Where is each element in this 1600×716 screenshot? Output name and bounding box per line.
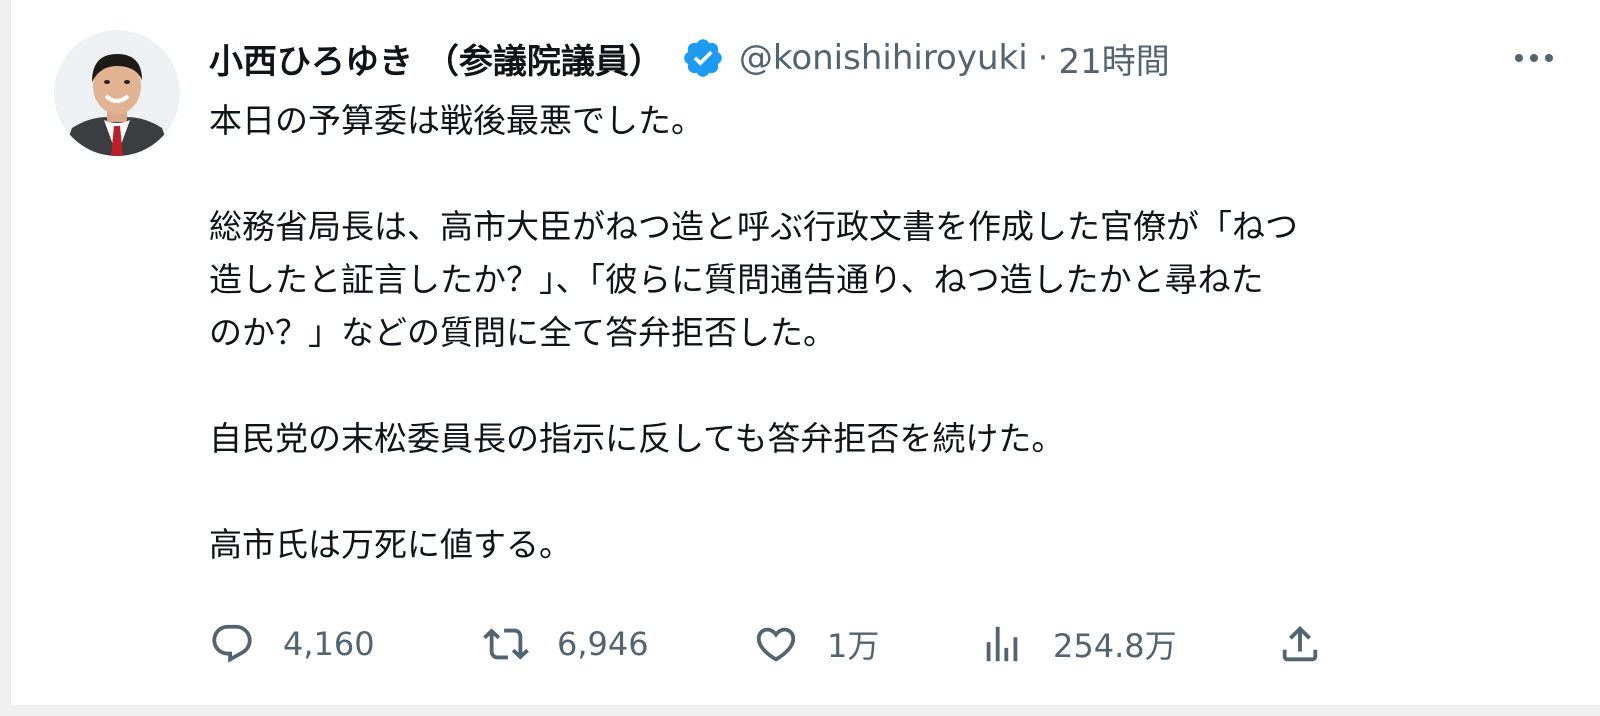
heart-icon [753,621,799,667]
user-handle[interactable]: @konishihiroyuki [739,38,1028,78]
tweet-paragraph: 自民党の末松委員長の指示に反しても答弁拒否を続けた。 [209,412,1519,465]
like-count: 1万 [827,627,880,665]
retweet-button[interactable]: 6,946 [483,614,649,674]
tweet-paragraph: 高市氏は万死に値する。 [209,518,1519,571]
share-button[interactable] [1277,614,1323,674]
tweet-paragraph: 本日の予算委は戦後最悪でした。 [209,94,1519,147]
tweet-header: 小西ひろゆき （参議院議員） @konishihiroyuki · 21時間 [209,28,1170,88]
tweet-card[interactable]: 小西ひろゆき （参議院議員） @konishihiroyuki · 21時間 本… [10,0,1600,706]
retweet-count: 6,946 [557,625,649,663]
tweet-line: 総務省局長は、高市大臣がねつ造と呼ぶ行政文書を作成した官僚が「ねつ [209,207,1298,246]
like-button[interactable]: 1万 [753,614,879,674]
reply-button[interactable]: 4,160 [209,614,375,674]
reply-count: 4,160 [283,625,375,663]
reply-icon [209,621,255,667]
tweet-line: 高市氏は万死に値する。 [209,525,572,564]
more-dots-icon[interactable] [1512,40,1556,76]
timestamp[interactable]: 21時間 [1058,34,1169,83]
display-name[interactable]: 小西ひろゆき （参議院議員） [209,34,663,83]
separator-dot: · [1037,38,1049,78]
retweet-icon [483,621,529,667]
avatar[interactable] [54,30,180,156]
share-icon [1277,621,1323,667]
views-count: 254.8万 [1053,627,1177,665]
tweet-line: のか？」などの質問に全て答弁拒否した。 [209,313,836,352]
tweet-text: 本日の予算委は戦後最悪でした。 総務省局長は、高市大臣がねつ造と呼ぶ行政文書を作… [209,94,1519,571]
verified-badge-icon[interactable] [681,36,725,80]
tweet-line: 造したと証言したか？」、「彼らに質問通告通り、ねつ造したかと尋ねた [209,260,1264,299]
action-bar: 4,160 6,946 1万 254.8万 [209,614,1409,674]
views-chart-icon [979,621,1025,667]
tweet-paragraph: 総務省局長は、高市大臣がねつ造と呼ぶ行政文書を作成した官僚が「ねつ 造したと証言… [209,200,1519,359]
tweet-line: 自民党の末松委員長の指示に反しても答弁拒否を続けた。 [209,419,1065,458]
views-button[interactable]: 254.8万 [979,614,1177,674]
tweet-line: 本日の予算委は戦後最悪でした。 [209,101,704,140]
